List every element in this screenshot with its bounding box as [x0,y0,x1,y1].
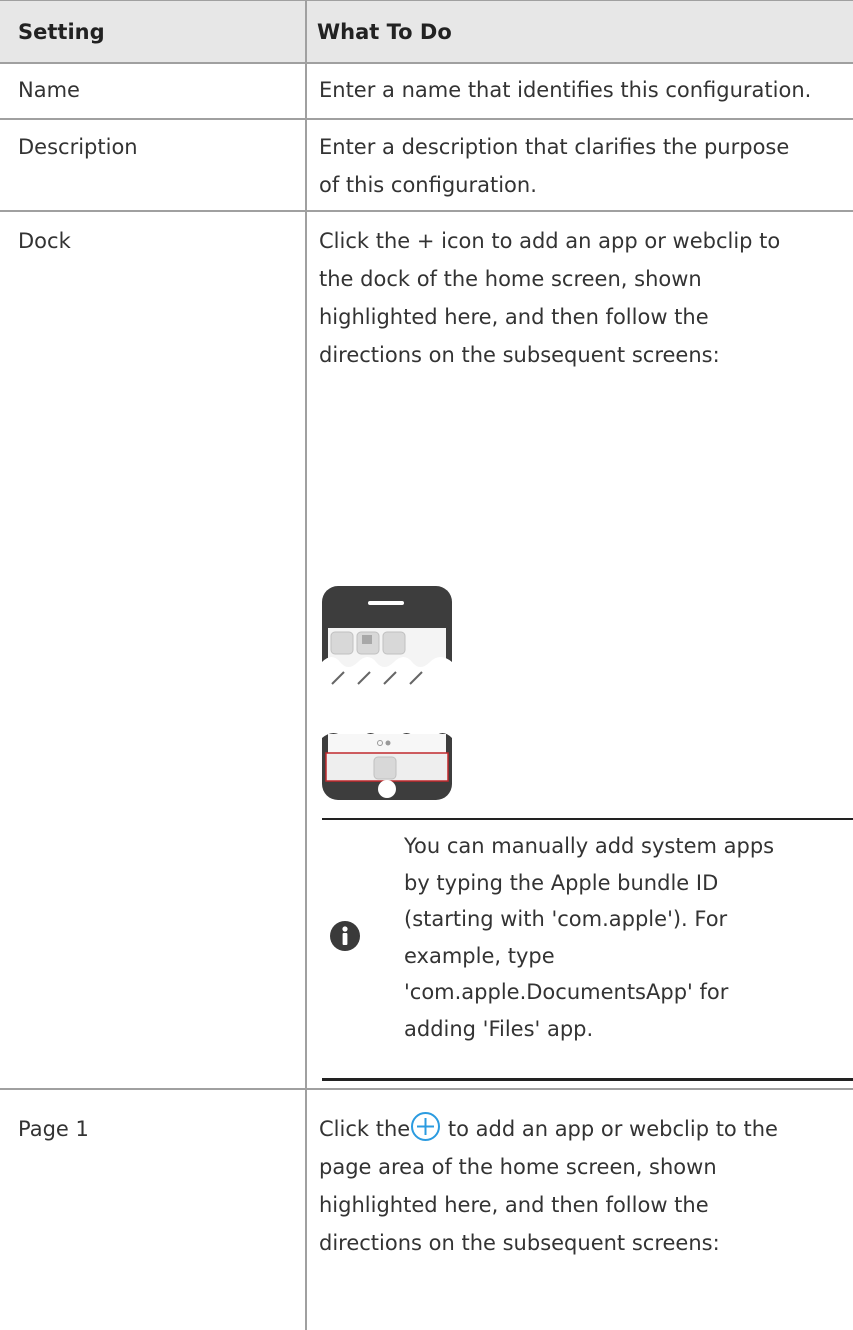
note-line: example, type [404,943,555,968]
text-line: of this configuration. [319,173,537,197]
setting-page-1: Page 1 [0,1090,307,1330]
info-icon [330,921,360,951]
header-what-to-do: What To Do [317,20,452,44]
note-line: 'com.apple.DocumentsApp' for [404,980,729,1004]
what-to-do-description: Enter a description that clarifies the p… [307,120,853,210]
text-line: Enter a description that clarifies the p… [319,135,790,159]
text-line: highlighted here, and then follow the [319,1193,709,1217]
setting-dock: Dock [0,212,307,1088]
text-line: page area of the home screen, shown [319,1155,717,1179]
table-row: Page 1 Click the to add an app or webcli… [0,1090,853,1330]
setting-description: Description [0,120,307,210]
text-line-with-icon: Click the to add an app or webclip to th… [319,1110,853,1148]
text-line: directions on the subsequent screens: [319,343,720,367]
phone-dock-illustration [322,586,452,800]
text-line: to add an app or webclip to the [447,1117,778,1141]
text-line: highlighted here, and then follow the [319,305,709,329]
note-bottom-rule [322,1078,853,1081]
header-setting: Setting [0,1,307,62]
table-row: Description Enter a description that cla… [0,120,853,212]
text-line: the dock of the home screen, shown [319,267,702,291]
text-prefix: Click the [319,1117,411,1141]
note-line: (starting with 'com.apple'). For [404,907,728,931]
text-line: Click the + icon to add an app or webcli… [319,229,781,253]
note-line: by typing the Apple bundle ID [404,870,719,895]
note-line: adding 'Files' app. [404,1016,594,1041]
text-line: directions on the subsequent screens: [319,1231,720,1255]
what-to-do-page-1: Click the to add an app or webclip to th… [307,1090,853,1330]
note-line: You can manually add system apps [404,834,775,858]
what-to-do-name: Enter a name that identifies this config… [319,78,812,102]
plus-circle-icon [410,1111,441,1142]
note-text: You can manually add system apps by typi… [404,828,834,1047]
setting-name: Name [0,64,307,118]
table-header-row: Setting What To Do [0,0,853,64]
table-row: Name Enter a name that identifies this c… [0,64,853,120]
note-top-rule [322,818,853,820]
